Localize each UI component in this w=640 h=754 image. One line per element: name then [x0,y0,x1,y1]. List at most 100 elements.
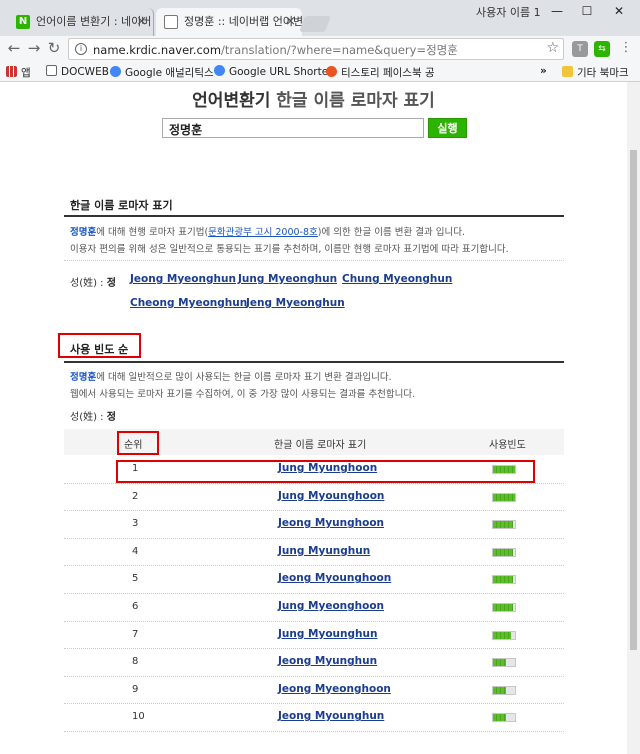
extension-share-icon[interactable]: ⇆ [594,41,610,57]
table-row: 8 Jeong Myunghun [64,649,564,677]
romanization-link[interactable]: Jung Myunghun [278,545,370,557]
frequency-bar [492,658,516,668]
section2-description-line1: 정명훈에 대해 일반적으로 많이 사용되는 한글 이름 로마자 표기 변환 결과… [70,372,392,383]
page-content: 언어변환기 한글 이름 로마자 표기 정명훈 실행 한글 이름 로마자 표기 정… [0,82,627,754]
section-frequency-title: 사용 빈도 순 [70,343,129,356]
close-window-icon[interactable]: ✕ [604,2,634,20]
rank-cell: 7 [132,628,139,640]
close-tab-icon[interactable]: × [285,8,296,36]
apps-grid-icon [6,66,17,77]
rank-cell: 9 [132,683,139,695]
bookmark-tistory[interactable]: 티스토리 페이스북 공 [326,65,434,80]
table-row: 9 Jeong Myeonghoon [64,677,564,705]
bookmark-other[interactable]: 기타 북마크 [562,65,629,80]
table-row: 2 Jung Myounghoon [64,484,564,512]
title-bar: N 언어이름 변환기 : 네이버 × 정명훈 :: 네이버랩 언어변 × 사용자… [0,0,640,36]
bookmark-docweb[interactable]: DOCWEB [46,65,109,78]
frequency-bar [492,547,516,557]
law-link[interactable]: 문화관광부 고시 2000-8호 [208,227,318,238]
bookmark-star-icon[interactable]: ☆ [546,40,559,56]
rank-cell: 3 [132,518,139,530]
romanization-link[interactable]: Jeong Myunghoon [278,517,384,529]
google-g-icon [214,65,225,76]
new-tab-button[interactable] [299,16,331,32]
romanization-link[interactable]: Jeong Myeonghoon [278,683,391,695]
address-bar[interactable]: i name.krdic.naver.com/translation/?wher… [68,38,564,60]
romanization-link[interactable]: Jung Myeonghoon [278,600,384,612]
rank-cell: 5 [132,573,139,585]
frequency-bar [492,685,516,695]
frequency-bar [492,603,516,612]
page-title: 언어변환기 한글 이름 로마자 표기 [192,91,435,111]
name-search-input[interactable]: 정명훈 [162,118,424,138]
section-romanization-title: 한글 이름 로마자 표기 [70,199,173,212]
frequency-bar-fill [493,493,515,501]
naver-favicon-icon: N [16,15,30,29]
frequency-bar [492,575,516,585]
highlight-top-row [116,460,535,483]
url-text: name.krdic.naver.com/translation/?where=… [93,43,458,57]
table-row: 5 Jeong Myounghoon [64,566,564,594]
romanization-link[interactable]: Jung Myeonghun [238,273,337,285]
table-row: 4 Jung Myunghun [64,539,564,567]
rank-cell: 10 [132,711,145,723]
tab-krdic-converter[interactable]: N 언어이름 변환기 : 네이버 × [8,8,154,36]
highlight-rank-header [117,431,159,455]
bookmarks-overflow-chevron-icon[interactable]: » [540,65,547,77]
romanization-link[interactable]: Jeong Myounghun [278,710,384,722]
page-icon [46,65,57,76]
section1-description-line2: 이용자 편의를 위해 성은 일반적으로 통용되는 표기를 추천하며, 이름만 현… [70,244,509,255]
tab-title: 언어이름 변환기 : 네이버 [36,15,152,28]
frequency-bar-fill [493,576,513,584]
column-romanization: 한글 이름 로마자 표기 [274,440,367,451]
close-tab-icon[interactable]: × [136,8,147,36]
scrollbar-thumb[interactable] [630,150,637,650]
forward-arrow-icon[interactable]: → [24,38,44,58]
table-row: 3 Jeong Myunghoon [64,511,564,539]
section-divider [64,215,564,217]
frequency-bar-fill [493,686,507,694]
info-icon[interactable]: i [75,43,87,55]
table-row: 10 Jeong Myounghun [64,704,564,732]
romanization-link[interactable]: Jung Myounghoon [278,490,384,502]
run-button[interactable]: 실행 [428,118,467,138]
tab-active-result[interactable]: 정명훈 :: 네이버랩 언어변 × [156,8,302,36]
reload-icon[interactable]: ↻ [44,38,64,58]
frequency-bar [492,713,516,723]
frequency-bar-fill [493,714,507,722]
romanization-link[interactable]: Jeong Myeonghun [130,273,236,285]
section-divider [64,361,564,363]
back-arrow-icon[interactable]: ← [4,38,24,58]
maximize-icon[interactable]: ☐ [572,2,602,20]
page-favicon-icon [164,15,178,29]
section1-description-line1: 정명훈에 대해 현행 로마자 표기법(문화관광부 고시 2000-8호)에 의한… [70,227,465,238]
romanization-link[interactable]: Jung Myounghun [278,628,377,640]
bookmark-google-analytics[interactable]: Google 애널리틱스 [110,65,214,80]
rank-cell: 8 [132,656,139,668]
romanization-link[interactable]: Jeong Myunghun [278,655,377,667]
frequency-bar-fill [493,631,511,639]
frequency-bar-fill [493,548,513,556]
romanization-link[interactable]: Jeng Myeonghun [246,297,345,309]
frequency-bar [492,520,516,530]
column-frequency: 사용빈도 [489,440,526,451]
romanization-link[interactable]: Chung Myeonghun [342,273,452,285]
frequency-bar-fill [493,604,513,611]
frequency-bar-fill [493,659,507,667]
extension-t-icon[interactable]: T [572,41,588,57]
table-row: 7 Jung Myounghun [64,622,564,650]
minimize-icon[interactable]: — [542,2,572,20]
rank-cell: 6 [132,601,139,612]
frequency-bar [492,630,516,640]
romanization-link[interactable]: Cheong Myeonghun [130,297,247,309]
romanization-link[interactable]: Jeong Myounghoon [278,572,391,584]
frequency-bar [492,492,516,502]
tistory-icon [326,66,337,77]
surname-label: 성(姓) : 정 [70,278,116,289]
section2-description-line2: 웹에서 사용되는 로마자 표기를 수집하여, 이 중 가장 많이 사용되는 결과… [70,389,416,400]
menu-kebab-icon[interactable]: ⋮ [616,38,636,58]
frequency-bar-fill [493,521,513,529]
window-user-name[interactable]: 사용자 이름 1 [476,4,541,20]
bookmark-google-url-shortener[interactable]: Google URL Shorten [214,65,335,78]
bookmark-apps[interactable]: 앱 [6,65,31,80]
